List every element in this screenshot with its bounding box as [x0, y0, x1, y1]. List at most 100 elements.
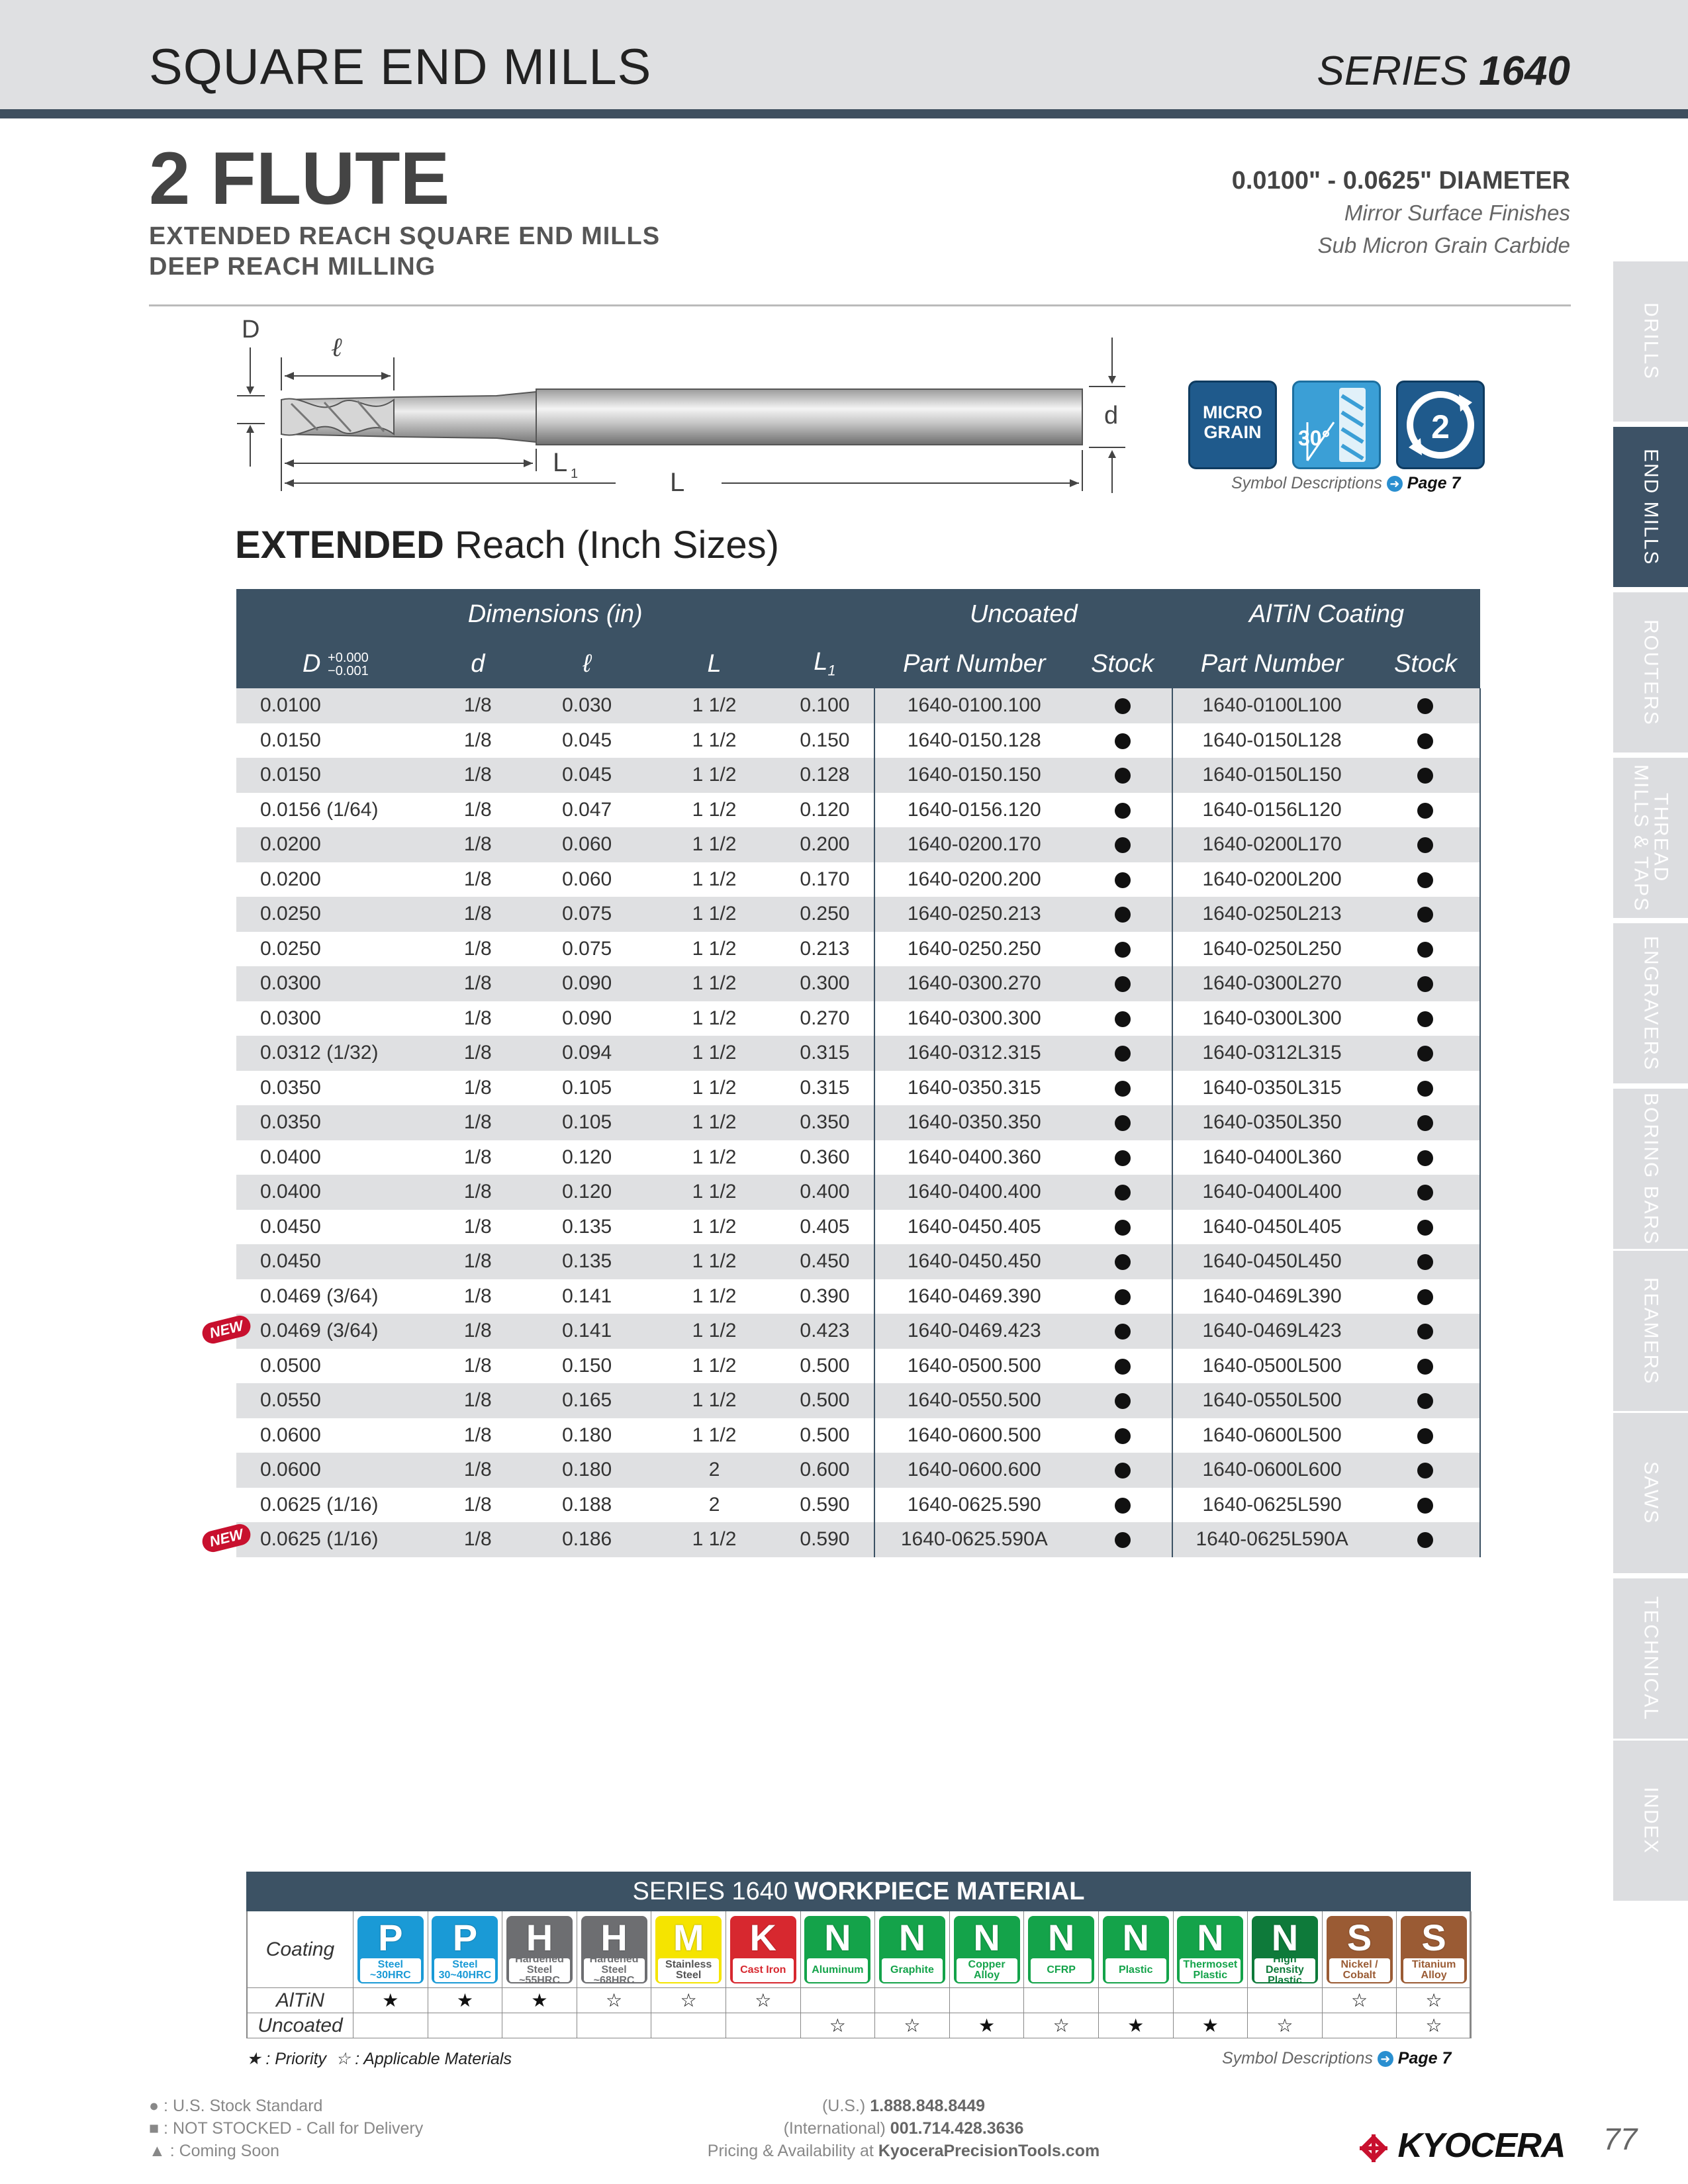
side-tab-label: INDEX: [1640, 1787, 1662, 1854]
material-label: Graphite: [881, 1958, 943, 1982]
col-D: D +0.000 −0.001: [236, 639, 435, 688]
website-link[interactable]: KyoceraPrecisionTools.com: [878, 2142, 1100, 2160]
flute-count: 2: [1431, 408, 1450, 445]
side-tab-drills[interactable]: DRILLS: [1613, 261, 1688, 422]
cell-shank: 1/8: [434, 1105, 521, 1140]
material-cell: P Steel ~30HRC: [353, 1911, 428, 1988]
cell-overall-length: 1 1/2: [653, 1001, 776, 1036]
us-phone: (U.S.) 1.888.848.8449: [692, 2097, 1115, 2116]
end-mill-diagram: D ℓ L 1 L d: [237, 318, 1125, 497]
stock-dot-icon: [1114, 1254, 1131, 1271]
label-L: L: [670, 468, 684, 497]
cell-shank: 1/8: [434, 1070, 521, 1105]
material-cell: S Nickel / Cobalt: [1322, 1911, 1397, 1988]
material-label: High Density Plastic: [1254, 1954, 1315, 1985]
stock-dot-icon: [1114, 733, 1131, 749]
cell-reach: 0.500: [775, 1418, 875, 1453]
side-tab-boring-bars[interactable]: BORING BARS: [1613, 1089, 1688, 1249]
uncoated-rating: ☆: [1024, 2013, 1099, 2038]
side-tab-technical[interactable]: TECHNICAL: [1613, 1578, 1688, 1739]
cell-stock-uncoated: [1073, 1383, 1173, 1418]
helix-angle-icon: 30°: [1292, 381, 1381, 469]
cell-stock-uncoated: [1073, 1036, 1173, 1071]
cell-shank: 1/8: [434, 1383, 521, 1418]
pricing-link[interactable]: Pricing & Availability at KyoceraPrecisi…: [692, 2142, 1115, 2161]
cell-flute-length: 0.135: [520, 1209, 653, 1244]
cell-flute-length: 0.120: [520, 1140, 653, 1175]
cell-stock-altin: [1371, 1487, 1481, 1522]
cell-flute-length: 0.060: [520, 827, 653, 862]
workpiece-material-grid: Coating P Steel ~30HRC P Steel 30~40HRC H Hard…: [246, 1911, 1472, 2038]
side-tab-label: SAWS: [1640, 1461, 1662, 1525]
cell-flute-length: 0.135: [520, 1244, 653, 1279]
section-title-rest: Reach (Inch Sizes): [444, 523, 779, 567]
cell-part-uncoated: 1640-0250.250: [874, 931, 1074, 966]
stock-dot-icon: [1114, 1289, 1131, 1305]
side-tab-label: THREAD MILLS & TAPS: [1630, 764, 1672, 912]
stock-dot-icon: [1114, 1324, 1131, 1340]
cell-flute-length: 0.150: [520, 1348, 653, 1383]
stock-dot-icon: [1417, 1185, 1433, 1201]
stock-dot-icon: [1417, 1463, 1433, 1479]
symbol-descriptions-link-2[interactable]: Symbol Descriptions ➜ Page 7: [1222, 2049, 1451, 2068]
symbol-descriptions-text: Symbol Descriptions: [1231, 474, 1382, 492]
stock-dot-icon: [1114, 1150, 1131, 1166]
label-l: ℓ: [331, 332, 342, 362]
cell-stock-altin: [1371, 897, 1481, 932]
table-row: 0.0625 (1/16) 1/8 0.188 2 0.590 1640-0625.590…: [236, 1487, 1481, 1522]
cell-shank: 1/8: [434, 1418, 521, 1453]
altin-rating: ☆: [1397, 1988, 1472, 2013]
table-row: 0.0350 1/8 0.105 1 1/2 0.350 1640-0350.350 164…: [236, 1105, 1481, 1140]
cell-stock-altin: [1371, 1070, 1481, 1105]
cell-part-uncoated: 1640-0150.150: [874, 758, 1074, 793]
stock-dot-icon: [1417, 837, 1433, 854]
side-tab-saws[interactable]: SAWS: [1613, 1413, 1688, 1573]
side-tab-label: BORING BARS: [1640, 1092, 1662, 1246]
symbol-descriptions-page-2: Page 7: [1397, 2049, 1452, 2068]
cell-overall-length: 1 1/2: [653, 1036, 776, 1071]
cell-part-uncoated: 1640-0400.400: [874, 1175, 1074, 1210]
symbol-descriptions-link[interactable]: Symbol Descriptions ➜ Page 7: [1231, 474, 1460, 493]
table-row: 0.0450 1/8 0.135 1 1/2 0.450 1640-0450.450 164…: [236, 1244, 1481, 1279]
material-badge: N Plastic: [1102, 1915, 1169, 1983]
product-table: Dimensions (in) Uncoated AlTiN Coating D…: [236, 589, 1481, 1557]
altin-rating: [875, 1988, 950, 2013]
material-badge: N Graphite: [878, 1915, 945, 1983]
star-legend: ★ : Priority ☆ : Applicable Materials: [246, 2050, 512, 2068]
cell-part-uncoated: 1640-0469.390: [874, 1279, 1074, 1314]
uncoated-rating: [353, 2013, 428, 2038]
cell-flute-length: 0.045: [520, 723, 653, 758]
side-tab-thread-mills-taps[interactable]: THREAD MILLS & TAPS: [1613, 758, 1688, 918]
cell-overall-length: 1 1/2: [653, 1348, 776, 1383]
side-tab-label: END MILLS: [1640, 448, 1662, 566]
group-uncoated: Uncoated: [874, 589, 1173, 639]
cell-part-uncoated: 1640-0156.120: [874, 792, 1074, 827]
cell-flute-length: 0.090: [520, 1001, 653, 1036]
cell-shank: 1/8: [434, 1487, 521, 1522]
side-tab-index[interactable]: INDEX: [1613, 1741, 1688, 1901]
cell-stock-uncoated: [1073, 723, 1173, 758]
cell-diameter: 0.0300: [236, 1001, 435, 1036]
cell-stock-uncoated: [1073, 1001, 1173, 1036]
material-badge: N CFRP: [1028, 1915, 1095, 1983]
stock-dot-icon: [1114, 837, 1131, 854]
uncoated-rating: [577, 2013, 652, 2038]
feature-finish: Mirror Surface Finishes: [1344, 201, 1570, 225]
cell-diameter: 0.0600: [236, 1418, 435, 1453]
cell-diameter: 0.0625 (1/16): [236, 1487, 435, 1522]
side-tab-engravers[interactable]: ENGRAVERS: [1613, 923, 1688, 1083]
cell-stock-uncoated: [1073, 1209, 1173, 1244]
side-tab-reamers[interactable]: REAMERS: [1613, 1251, 1688, 1411]
material-cell: N Thermoset Plastic: [1173, 1911, 1248, 1988]
cell-overall-length: 1 1/2: [653, 897, 776, 932]
cell-diameter: 0.0350: [236, 1070, 435, 1105]
col-L: L: [653, 639, 776, 688]
altin-rating: ★: [428, 1988, 503, 2013]
cell-stock-altin: [1371, 1418, 1481, 1453]
cell-shank: 1/8: [434, 1140, 521, 1175]
side-tab-routers[interactable]: ROUTERS: [1613, 592, 1688, 752]
workpiece-head-light: SERIES 1640: [632, 1877, 788, 1905]
stock-dot-icon: [1114, 1428, 1131, 1444]
cell-part-altin: 1640-0400L360: [1172, 1140, 1372, 1175]
side-tab-end-mills[interactable]: END MILLS: [1613, 427, 1688, 587]
